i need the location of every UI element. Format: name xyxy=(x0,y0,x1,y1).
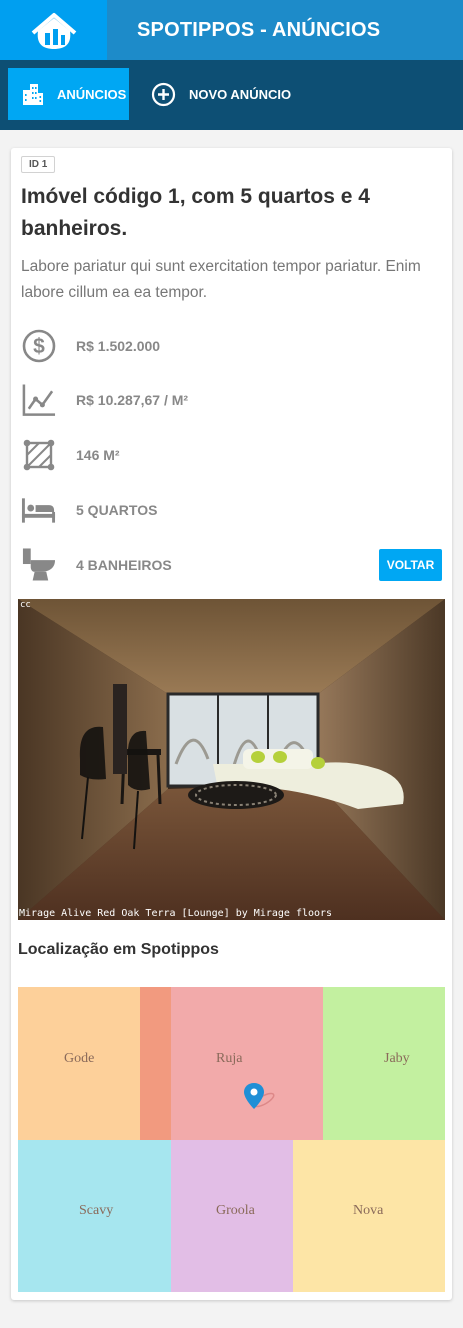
listing-title: Imóvel código 1, com 5 quartos e 4 banhe… xyxy=(21,185,370,240)
area-icon xyxy=(21,437,56,473)
svg-text:$: $ xyxy=(33,335,45,358)
feature-baths-text: 4 BANHEIROS xyxy=(76,557,172,573)
nav-novo-anuncio[interactable]: NOVO ANÚNCIO xyxy=(151,68,291,120)
province-overlap xyxy=(140,987,171,1140)
page-title: SPOTIPPOS - ANÚNCIOS xyxy=(137,19,381,41)
feature-beds: 5 QUARTOS xyxy=(21,492,157,528)
listing-card: ID 1 Imóvel código 1, com 5 quartos e 4 … xyxy=(11,148,452,1300)
nav-anuncios[interactable]: ANÚNCIOS xyxy=(8,68,129,120)
province-ruja[interactable]: Ruja xyxy=(171,987,323,1140)
province-gode-label: Gode xyxy=(64,1051,95,1066)
province-groola[interactable]: Groola xyxy=(171,1140,293,1292)
listing-description: Labore pariatur qui sunt exercitation te… xyxy=(21,258,421,301)
province-scavy-label: Scavy xyxy=(79,1203,114,1218)
line-chart-icon xyxy=(21,382,56,418)
province-nova[interactable]: Nova xyxy=(293,1140,445,1292)
listing-photo: cc Mirage Alive Red Oak Terra [Lounge] b… xyxy=(18,599,445,920)
cc-label: cc xyxy=(20,600,31,610)
nav-novo-anuncio-label: NOVO ANÚNCIO xyxy=(189,86,292,102)
house-logo-icon xyxy=(31,13,76,49)
feature-price-per-m2: R$ 10.287,67 / M² xyxy=(21,382,188,418)
feature-baths: 4 BANHEIROS xyxy=(21,547,172,583)
province-jaby[interactable]: Jaby xyxy=(323,987,445,1140)
bed-icon xyxy=(21,492,56,528)
location-title: Localização em Spotippos xyxy=(18,941,219,958)
feature-area-text: 146 M² xyxy=(76,447,120,463)
province-ruja-label: Ruja xyxy=(216,1051,243,1066)
photo-credit: Mirage Alive Red Oak Terra [Lounge] by M… xyxy=(19,908,333,919)
voltar-button[interactable]: VOLTAR xyxy=(379,549,442,581)
id-badge: ID 1 xyxy=(21,156,56,173)
room-photo-illustration xyxy=(18,599,445,920)
province-nova-label: Nova xyxy=(353,1203,384,1218)
province-groola-label: Groola xyxy=(216,1203,255,1218)
province-map[interactable]: Gode Ruja Jaby Scavy Groola Nova xyxy=(18,987,445,1292)
top-nav: ANÚNCIOS NOVO ANÚNCIO xyxy=(0,60,463,130)
buildings-icon xyxy=(21,82,45,106)
nav-anuncios-label: ANÚNCIOS xyxy=(57,86,127,102)
feature-area: 146 M² xyxy=(21,437,120,473)
province-scavy[interactable]: Scavy xyxy=(18,1140,171,1292)
app-header: SPOTIPPOS - ANÚNCIOS xyxy=(0,0,463,60)
plus-circle-icon xyxy=(151,82,176,107)
toilet-icon xyxy=(21,547,56,583)
logo[interactable] xyxy=(0,0,107,60)
feature-price: $ R$ 1.502.000 xyxy=(21,328,160,364)
feature-price-text: R$ 1.502.000 xyxy=(76,338,161,354)
feature-price-per-m2-text: R$ 10.287,67 / M² xyxy=(76,392,189,408)
feature-beds-text: 5 QUARTOS xyxy=(76,502,158,518)
dollar-icon: $ xyxy=(21,328,56,364)
map-pin-icon[interactable] xyxy=(244,1083,278,1115)
province-jaby-label: Jaby xyxy=(384,1051,410,1066)
